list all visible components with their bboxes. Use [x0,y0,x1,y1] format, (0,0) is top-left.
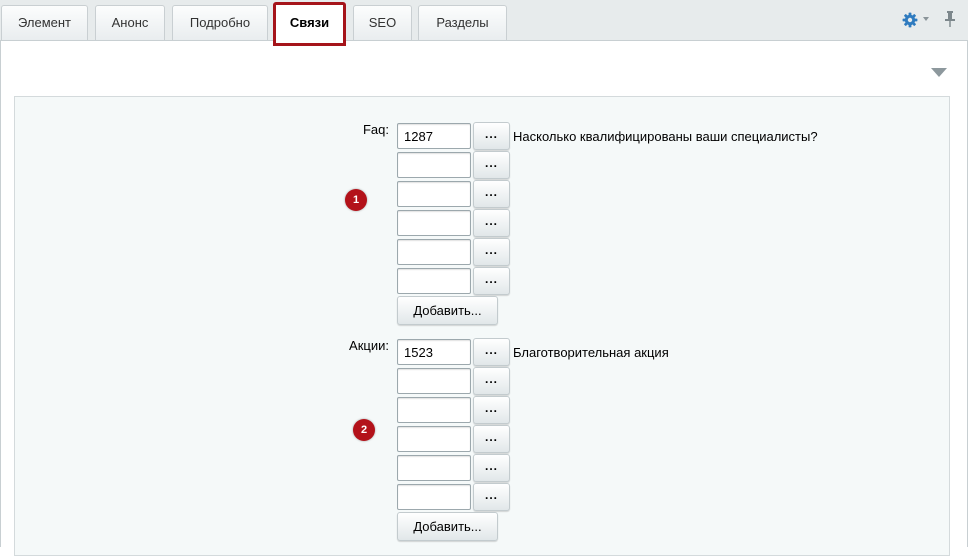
gear-icon[interactable] [902,12,918,28]
faq-id-input[interactable] [397,268,471,294]
faq-add-button[interactable]: Добавить... [397,296,498,325]
promotions-label: Акции: [349,338,389,353]
tab-announce[interactable]: Анонс [95,5,165,40]
faq-id-input[interactable] [397,152,471,178]
step-badge-1: 1 [345,189,367,211]
promotion-id-input[interactable]: 1523 [397,339,471,365]
promotion-id-input[interactable] [397,484,471,510]
promotion-browse-button[interactable]: ... [473,483,510,511]
promotion-add-button[interactable]: Добавить... [397,512,498,541]
pin-icon[interactable] [944,10,956,28]
faq-item-name: Насколько квалифицированы ваши специалис… [513,129,818,144]
promotion-id-input[interactable] [397,455,471,481]
faq-browse-button[interactable]: ... [473,238,510,266]
promotion-browse-button[interactable]: ... [473,396,510,424]
tab-details[interactable]: Подробно [172,5,268,40]
promotion-browse-button[interactable]: ... [473,454,510,482]
chevron-down-icon[interactable] [923,17,929,21]
faq-browse-button[interactable]: ... [473,267,510,295]
faq-browse-button[interactable]: ... [473,209,510,237]
faq-browse-button[interactable]: ... [473,122,510,150]
tab-bar: Элемент Анонс Подробно Связи SEO Разделы [0,0,968,46]
tab-links[interactable]: Связи [273,2,346,46]
tab-element[interactable]: Элемент [1,5,88,40]
faq-id-input[interactable]: 1287 [397,123,471,149]
faq-id-input[interactable] [397,181,471,207]
faq-browse-button[interactable]: ... [473,180,510,208]
tab-sections[interactable]: Разделы [418,5,507,40]
faq-browse-button[interactable]: ... [473,151,510,179]
promotion-browse-button[interactable]: ... [473,425,510,453]
faq-id-input[interactable] [397,210,471,236]
promotion-id-input[interactable] [397,368,471,394]
promotion-browse-button[interactable]: ... [473,338,510,366]
faq-id-input[interactable] [397,239,471,265]
promotion-browse-button[interactable]: ... [473,367,510,395]
promotion-id-input[interactable] [397,397,471,423]
collapse-arrow-icon[interactable] [931,68,947,77]
promotion-item-name: Благотворительная акция [513,345,669,360]
promotion-id-input[interactable] [397,426,471,452]
tab-seo[interactable]: SEO [353,5,412,40]
step-badge-2: 2 [353,419,375,441]
faq-label: Faq: [362,122,389,137]
